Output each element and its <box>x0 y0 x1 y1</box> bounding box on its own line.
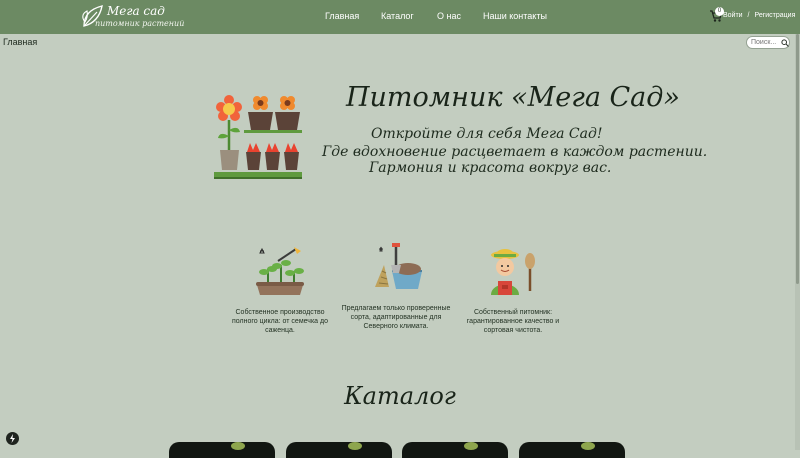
main-nav: Главная Каталог О нас Наши контакты <box>0 11 800 25</box>
lightning-icon <box>10 434 15 443</box>
nav-about[interactable]: О нас <box>437 11 461 21</box>
hero-line-3: Гармония и красота вокруг вас. <box>369 160 612 176</box>
floating-action-button[interactable] <box>6 432 19 445</box>
card-image <box>348 442 362 450</box>
card-image <box>231 442 245 450</box>
feature-text-1: Собственное производство полного цикла: … <box>232 309 328 334</box>
nav-contacts[interactable]: Наши контакты <box>483 11 547 21</box>
login-link[interactable]: Войти <box>723 12 743 19</box>
nav-home[interactable]: Главная <box>325 11 359 21</box>
register-link[interactable]: Регистрация <box>754 12 795 19</box>
gardener-icon <box>491 249 535 295</box>
breadcrumb[interactable]: Главная <box>3 37 37 47</box>
seedling-tray-icon <box>256 247 304 295</box>
auth-separator: / <box>747 12 750 19</box>
catalog-card[interactable] <box>402 442 508 458</box>
top-navbar: Мега сад питомник растений Главная Катал… <box>0 0 800 34</box>
search-icon[interactable] <box>781 39 789 47</box>
card-image <box>581 442 595 450</box>
catalog-card[interactable] <box>169 442 275 458</box>
auth-links: Войти / Регистрация <box>723 12 795 19</box>
hero-line-2: Где вдохновение расцветает в каждом раст… <box>322 144 708 160</box>
nav-catalog[interactable]: Каталог <box>381 11 414 21</box>
scrollbar-thumb[interactable] <box>796 34 799 284</box>
feature-text-3: Собственный питомник: гарантированное ка… <box>466 309 560 334</box>
soil-bucket-icon <box>375 243 422 289</box>
flower-pots-illustration <box>214 95 302 179</box>
catalog-card[interactable] <box>519 442 625 458</box>
hero-line-1: Откройте для себя Мега Сад! <box>371 126 603 142</box>
hero-title: Питомник «Мега Сад» <box>346 82 680 113</box>
catalog-card[interactable] <box>286 442 392 458</box>
catalog-title: Каталог <box>344 382 456 410</box>
feature-text-2: Предлагаем только проверенные сорта, ада… <box>341 305 451 330</box>
card-image <box>464 442 478 450</box>
